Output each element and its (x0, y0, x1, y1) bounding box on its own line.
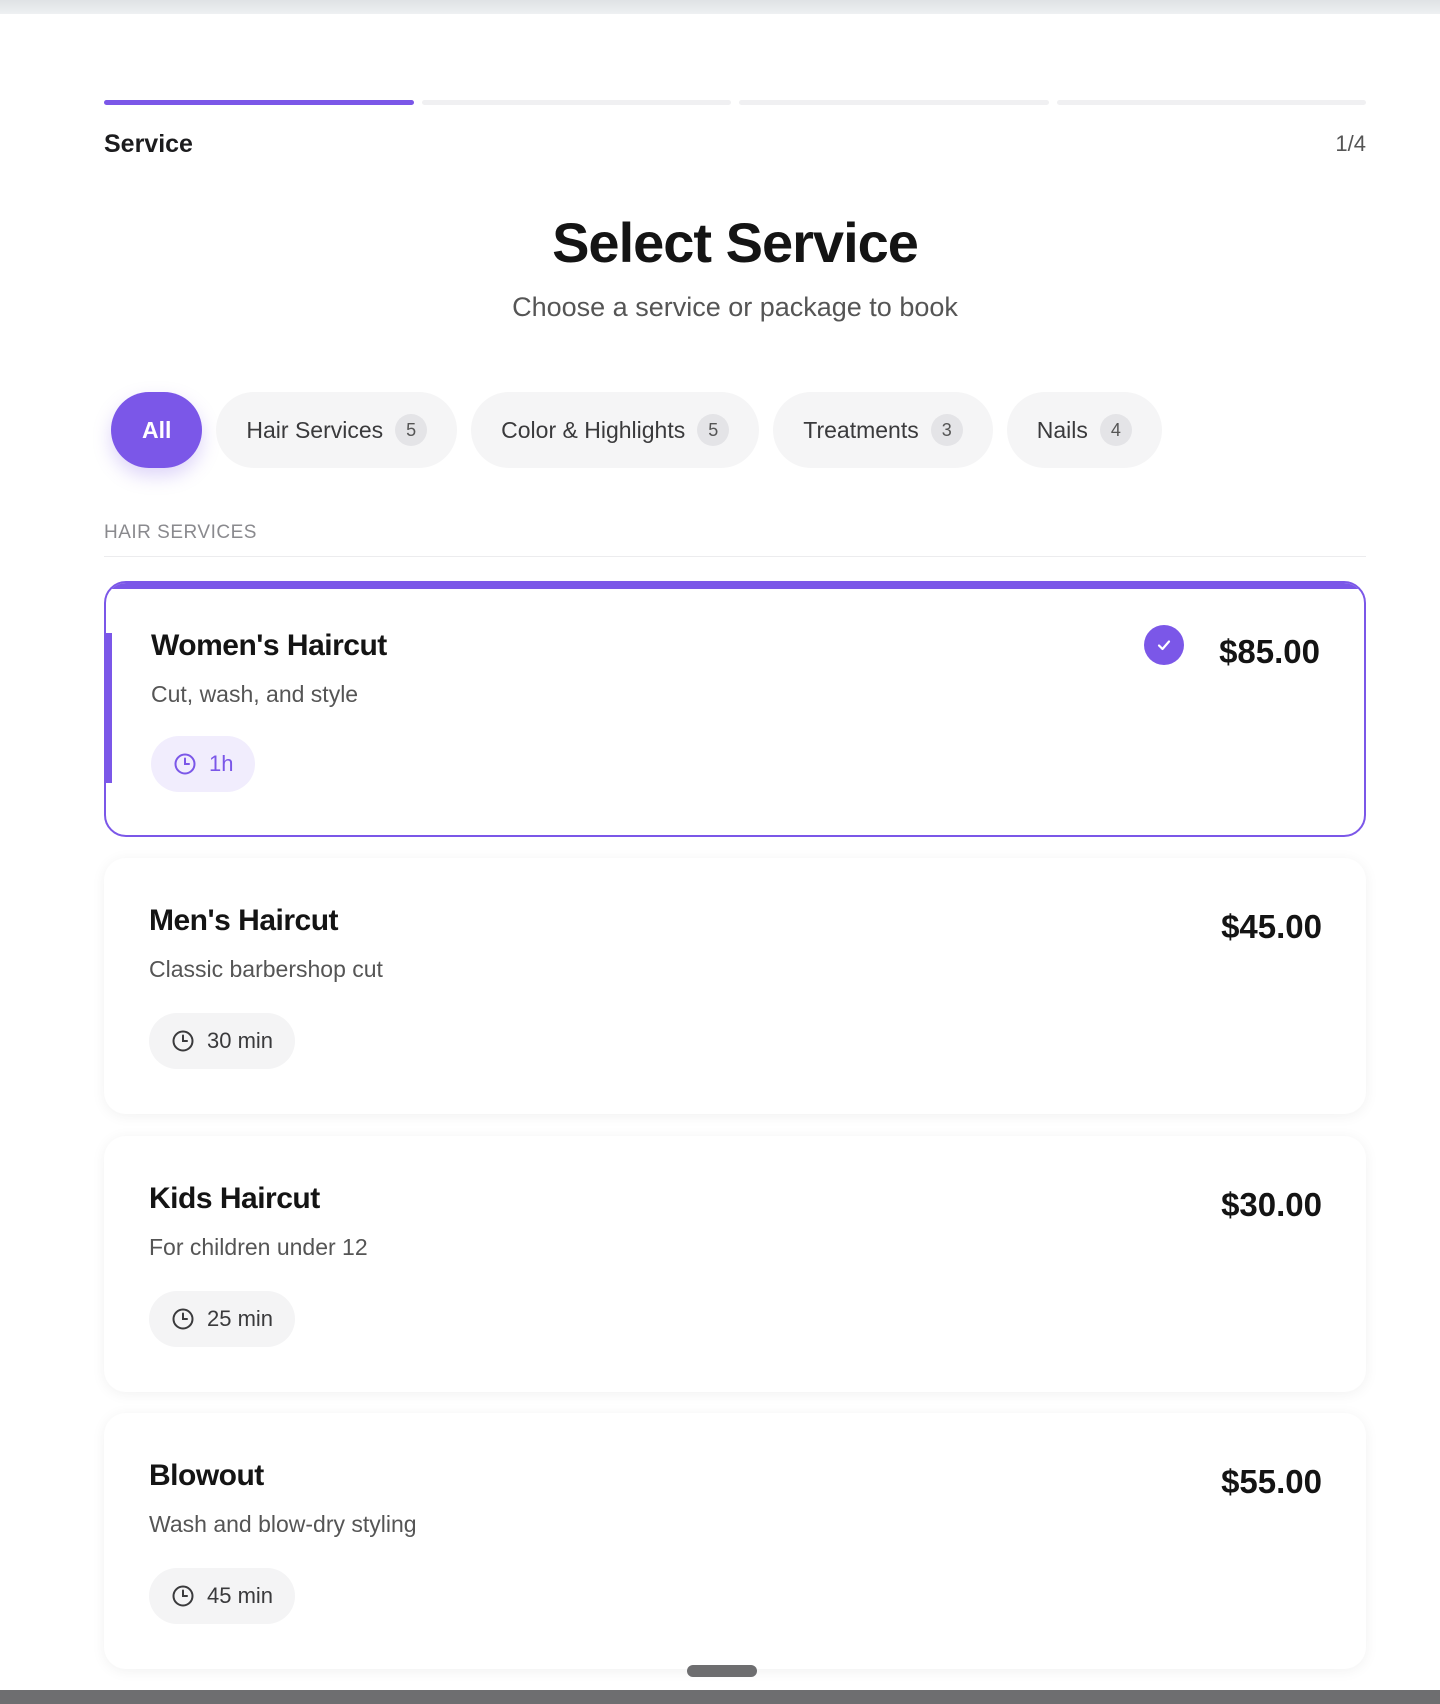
service-name: Kids Haircut (149, 1182, 320, 1215)
selected-accent-top (106, 583, 1364, 589)
clock-icon (171, 1307, 195, 1331)
service-description: Cut, wash, and style (151, 681, 359, 707)
section-divider (104, 556, 1366, 557)
progress-segment-4 (1056, 100, 1366, 105)
step-label: Service (104, 130, 193, 158)
booking-page: Service 1/4 Select Service Choose a serv… (104, 0, 1366, 1690)
service-card-womens-haircut[interactable]: Women's Haircut Cut, wash, and style $85… (104, 581, 1366, 837)
filter-chip-label: All (142, 416, 172, 443)
service-description: For children under 12 (149, 1234, 368, 1260)
step-progress-bar (104, 100, 1366, 105)
filter-chip-treatments[interactable]: Treatments 3 (773, 392, 993, 468)
category-filter-bar: All Hair Services 5 Color & Highlights 5… (111, 392, 1162, 468)
filter-count-badge: 5 (395, 414, 428, 446)
duration-badge: 30 min (149, 1013, 296, 1069)
duration-text: 1h (209, 751, 234, 776)
filter-chip-label: Treatments (803, 416, 919, 443)
step-count: 1/4 (1335, 131, 1366, 156)
service-description: Classic barbershop cut (149, 956, 383, 982)
filter-chip-label: Color & Highlights (501, 416, 686, 443)
filter-chip-label: Nails (1036, 416, 1088, 443)
duration-text: 45 min (207, 1583, 274, 1608)
service-price: $45.00 (1221, 908, 1322, 945)
duration-badge: 45 min (149, 1568, 296, 1624)
duration-badge: 25 min (149, 1291, 296, 1347)
filter-chip-color-highlights[interactable]: Color & Highlights 5 (471, 392, 760, 468)
service-name: Blowout (149, 1459, 264, 1492)
filter-count-badge: 4 (1099, 414, 1132, 446)
clock-icon (173, 752, 197, 776)
selected-accent-left (106, 633, 112, 783)
page-subtitle: Choose a service or package to book (512, 292, 958, 322)
duration-text: 25 min (207, 1306, 274, 1331)
service-price: $55.00 (1221, 1463, 1322, 1500)
progress-segment-3 (739, 100, 1049, 105)
scroll-handle[interactable] (687, 1665, 757, 1677)
filter-chip-nails[interactable]: Nails 4 (1006, 392, 1162, 468)
clock-icon (171, 1584, 195, 1608)
service-card-kids-haircut[interactable]: Kids Haircut For children under 12 $30.0… (104, 1136, 1366, 1392)
service-card-mens-haircut[interactable]: Men's Haircut Classic barbershop cut $45… (104, 858, 1366, 1114)
duration-text: 30 min (207, 1028, 274, 1053)
filter-count-badge: 5 (697, 414, 730, 446)
progress-segment-2 (421, 100, 731, 105)
service-card-blowout[interactable]: Blowout Wash and blow-dry styling $55.00… (104, 1413, 1366, 1669)
page-title: Select Service (552, 211, 919, 274)
service-price: $85.00 (1219, 633, 1320, 670)
service-name: Women's Haircut (151, 629, 387, 662)
service-name: Men's Haircut (149, 904, 339, 937)
filter-chip-label: Hair Services (246, 416, 384, 443)
progress-segment-1 (104, 100, 414, 105)
checkmark-icon (1144, 625, 1184, 665)
section-header: HAIR SERVICES (104, 522, 257, 543)
service-price: $30.00 (1221, 1186, 1322, 1223)
clock-icon (171, 1029, 195, 1053)
window-bottom-bar (0, 1690, 1440, 1704)
filter-count-badge: 3 (930, 414, 963, 446)
service-description: Wash and blow-dry styling (149, 1511, 417, 1537)
duration-badge: 1h (151, 736, 256, 792)
filter-chip-hair-services[interactable]: Hair Services 5 (216, 392, 458, 468)
filter-chip-all[interactable]: All (111, 392, 203, 468)
